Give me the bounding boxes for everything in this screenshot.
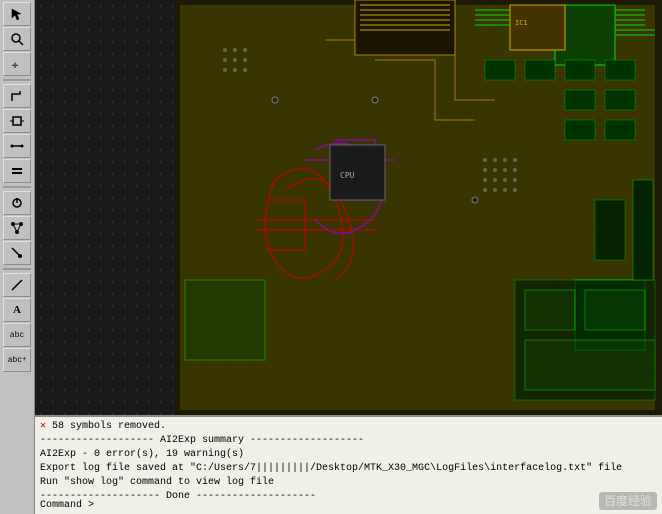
svg-text:IC1: IC1 xyxy=(515,19,528,27)
pcb-canvas[interactable]: CPU IC1 xyxy=(35,0,662,415)
error-marker: ✕ xyxy=(40,421,52,432)
console-content: ✕ 58 symbols removed. ------------------… xyxy=(35,417,662,507)
text-btn[interactable]: A xyxy=(3,298,31,322)
left-toolbar: ✛ A abc abc+ xyxy=(0,0,35,514)
console-panel: ✕ 58 symbols removed. ------------------… xyxy=(35,415,662,514)
pcb-svg: CPU IC1 xyxy=(175,0,662,415)
label-btn[interactable]: abc xyxy=(3,323,31,347)
route-btn[interactable] xyxy=(3,84,31,108)
console-line-5: Run "show log" command to view log file xyxy=(40,476,657,490)
console-line-1: ✕ 58 symbols removed. xyxy=(40,420,657,434)
svg-text:✛: ✛ xyxy=(12,61,18,71)
add-label-btn[interactable]: abc+ xyxy=(3,348,31,372)
wire-btn[interactable] xyxy=(3,134,31,158)
netlist-btn[interactable] xyxy=(3,216,31,240)
toolbar-sep-2 xyxy=(3,186,31,188)
power-btn[interactable] xyxy=(3,191,31,215)
watermark: 百度经验 xyxy=(599,492,657,509)
console-line-4: Export log file saved at "C:/Users/7||||… xyxy=(40,462,657,476)
command-prompt-line: Command > xyxy=(40,500,300,511)
svg-text:CPU: CPU xyxy=(340,171,355,180)
pan-btn[interactable]: ✛ xyxy=(3,52,31,76)
console-line-2: ------------------- AI2Exp summary -----… xyxy=(40,434,657,448)
component-btn[interactable] xyxy=(3,109,31,133)
console-line-3: AI2Exp - 0 error(s), 19 warning(s) xyxy=(40,448,657,462)
toolbar-sep-3 xyxy=(3,268,31,270)
command-input[interactable] xyxy=(100,500,300,511)
line-btn[interactable] xyxy=(3,273,31,297)
bus-btn[interactable] xyxy=(3,159,31,183)
toolbar-sep-1 xyxy=(3,79,31,81)
zoom-btn[interactable] xyxy=(3,27,31,51)
select-tool-btn[interactable] xyxy=(3,2,31,26)
pin-btn[interactable] xyxy=(3,241,31,265)
